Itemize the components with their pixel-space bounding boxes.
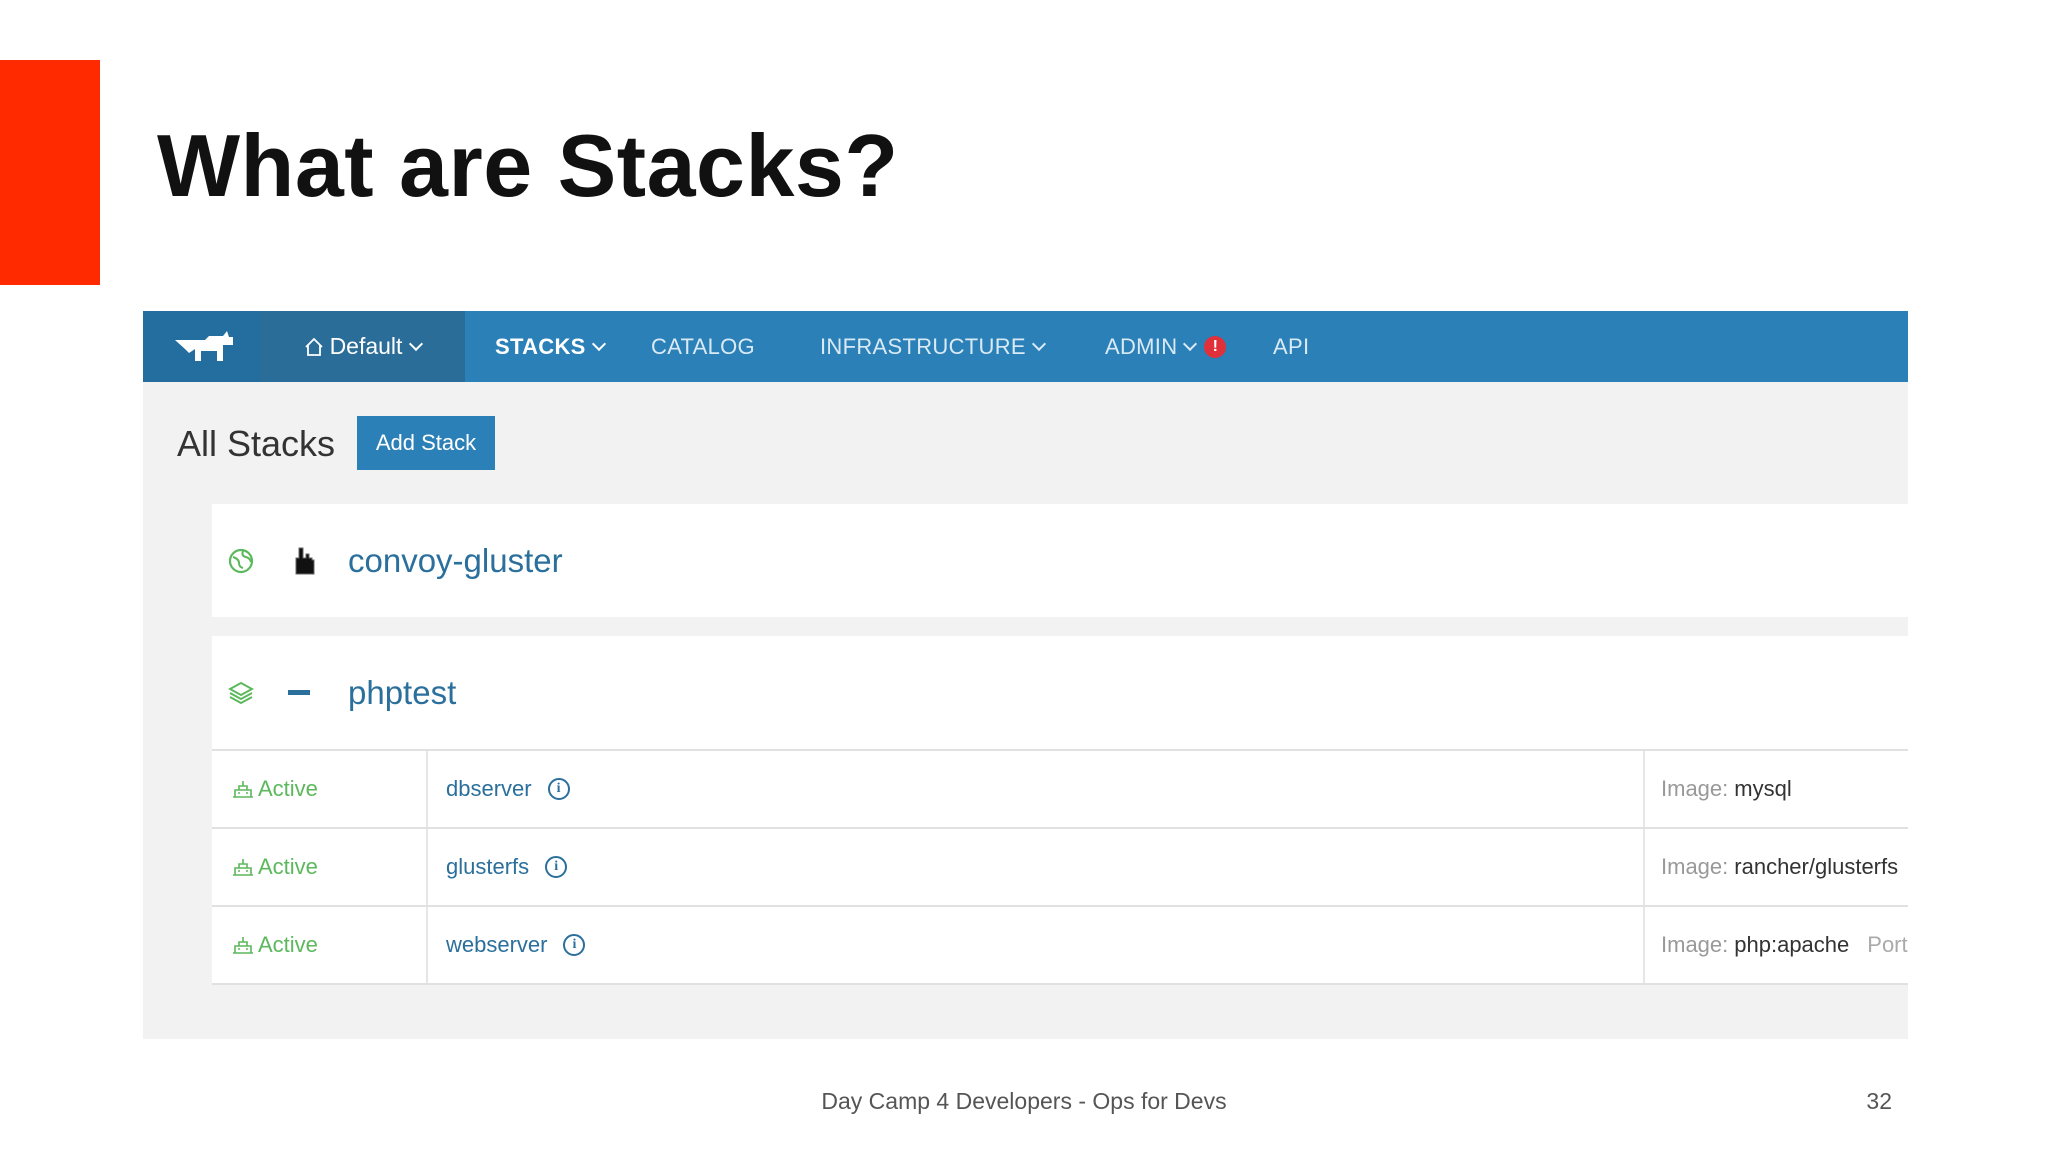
add-stack-button[interactable]: Add Stack [357,416,495,470]
rancher-screenshot: Default STACKS CATALOG INFRASTRUCTURE AD… [143,311,1908,1039]
table-row: Active dbserver i Image: mysql [212,751,1908,829]
stack-header[interactable]: phptest [212,636,1908,749]
home-icon [304,337,323,356]
service-link[interactable]: webserver [446,932,547,958]
service-state: Active [212,829,428,905]
service-name: webserver i [446,907,586,983]
chevron-down-icon [1183,336,1198,351]
nav-stacks[interactable]: STACKS [495,311,606,382]
rancher-logo[interactable] [143,311,260,382]
globe-icon [228,548,254,573]
layers-icon [228,681,254,704]
info-icon[interactable]: i [545,856,568,878]
alert-badge: ! [1204,335,1227,358]
cursor-hand-icon [295,547,315,574]
service-state-icon [233,859,253,876]
service-link[interactable]: glusterfs [446,854,529,880]
page-heading: All Stacks [177,423,336,464]
environment-switcher[interactable]: Default [260,311,465,382]
collapse-minus-icon[interactable] [288,689,310,696]
slide-accent-bar [0,60,100,285]
chevron-down-icon [1031,336,1046,351]
stack-name[interactable]: convoy-gluster [348,542,563,580]
service-state-icon [233,937,253,954]
stack-card: convoy-gluster [212,504,1908,617]
nav-infrastructure[interactable]: INFRASTRUCTURE [820,311,1046,382]
environment-label: Default [329,333,403,359]
service-name: dbserver i [446,751,570,827]
service-state: Active [212,751,428,827]
stack-name[interactable]: phptest [348,674,456,712]
service-name: glusterfs i [446,829,568,905]
nav-catalog[interactable]: CATALOG [651,311,755,382]
chevron-down-icon [409,336,424,351]
ports-label: Port [1867,932,1908,957]
service-state-icon [233,781,253,798]
stack-header[interactable]: convoy-gluster [212,504,1908,617]
table-row: Active webserver i Image: php:apache Por… [212,907,1908,985]
top-nav: Default STACKS CATALOG INFRASTRUCTURE AD… [143,311,1908,382]
info-icon[interactable]: i [547,778,570,800]
nav-admin[interactable]: ADMIN ! [1105,311,1227,382]
service-state: Active [212,907,428,983]
service-image: Image: rancher/glusterfs [1643,829,1898,905]
nav-api[interactable]: API [1273,311,1309,382]
stack-card: phptest Active dbserver i Image: mysql A… [212,636,1908,985]
chevron-down-icon [591,336,606,351]
slide-footer: Day Camp 4 Developers - Ops for Devs [821,1088,1227,1114]
slide-title: What are Stacks? [157,116,899,215]
slide-page-number: 32 [1866,1088,1892,1114]
service-image: Image: mysql [1643,751,1792,827]
services-table: Active dbserver i Image: mysql Active gl… [212,749,1908,985]
service-image: Image: php:apache Port [1643,907,1908,983]
service-link[interactable]: dbserver [446,776,532,802]
rancher-cow-icon [174,330,233,361]
table-row: Active glusterfs i Image: rancher/gluste… [212,829,1908,907]
info-icon[interactable]: i [563,934,586,956]
